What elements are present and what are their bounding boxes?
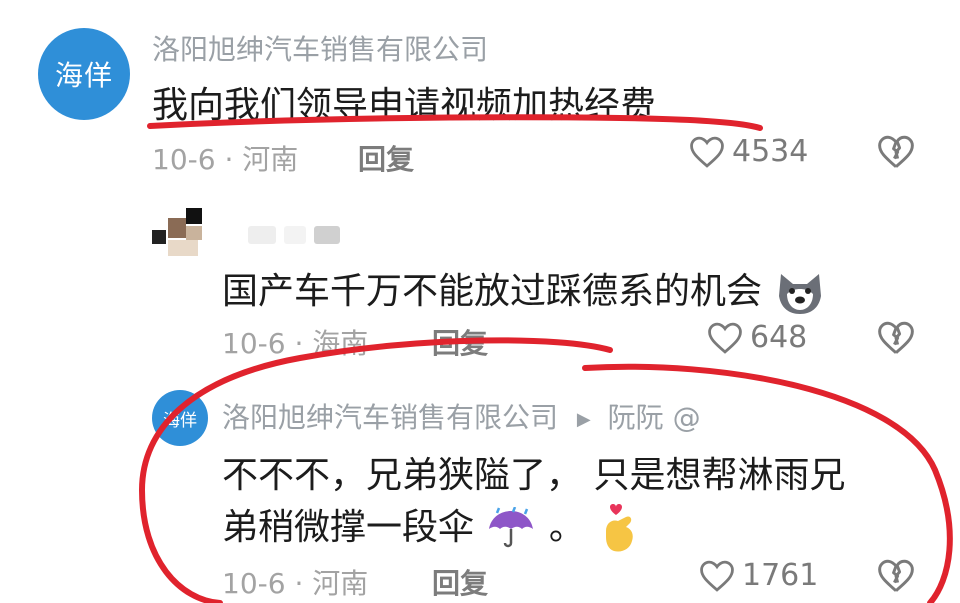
broken-heart-icon (878, 559, 914, 592)
comment-text: 我向我们领导申请视频加热经费 (152, 85, 657, 126)
comment-text-body: 弟稍微撑一段伞 (222, 507, 475, 548)
broken-heart-icon (878, 321, 914, 354)
broken-heart-icon (878, 135, 914, 168)
like-button[interactable]: 648 (706, 320, 807, 355)
like-count: 1761 (742, 558, 819, 593)
avatar-text: 海佯 (163, 410, 197, 431)
comment-author-name: 洛阳旭绅汽车销售有限公司 (222, 401, 559, 434)
like-count: 648 (750, 320, 808, 355)
comment-text: 国产车千万不能放过踩德系的机会 (222, 262, 827, 316)
comment-author-blurred[interactable] (248, 226, 340, 244)
comment-text-end: 。 (548, 507, 585, 548)
finger-heart-emoji (606, 504, 634, 552)
reply-to-user[interactable]: 阮阮 @ (608, 401, 701, 434)
comment-date-location: 10-6 · 河南 (222, 567, 369, 600)
dog-face-emoji (779, 274, 822, 314)
caret-right-icon: ▶ (576, 408, 591, 430)
avatar[interactable]: 海佯 (38, 28, 130, 120)
like-button[interactable]: 4534 (688, 134, 808, 169)
comment-text-line: 弟稍微撑一段伞 。 (222, 498, 640, 557)
reply-button[interactable]: 回复 (432, 562, 488, 602)
comment-text-line: 不不不，兄弟狭隘了， 只是想帮淋雨兄 (222, 455, 846, 496)
comment-date-location: 10-6 · 河南 (152, 143, 299, 176)
comment-author[interactable]: 洛阳旭绅汽车销售有限公司 ▶ 阮阮 @ (222, 396, 701, 436)
dislike-button[interactable] (876, 558, 916, 598)
comment-date-location: 10-6 · 海南 (222, 327, 369, 360)
like-button[interactable]: 1761 (698, 558, 818, 593)
avatar[interactable] (152, 208, 208, 260)
umbrella-rain-emoji (489, 507, 534, 548)
like-count: 4534 (732, 134, 809, 169)
heart-icon (700, 560, 734, 592)
heart-icon (690, 136, 724, 168)
reply-button[interactable]: 回复 (432, 322, 488, 362)
avatar-text: 海佯 (54, 59, 113, 92)
avatar[interactable]: 海佯 (152, 390, 208, 446)
heart-icon (708, 322, 742, 354)
comment-text-body: 国产车千万不能放过踩德系的机会 (222, 271, 763, 312)
comment-author[interactable]: 洛阳旭绅汽车销售有限公司 (152, 28, 488, 68)
reply-button[interactable]: 回复 (358, 138, 414, 178)
dislike-button[interactable] (876, 134, 916, 174)
dislike-button[interactable] (876, 320, 916, 360)
